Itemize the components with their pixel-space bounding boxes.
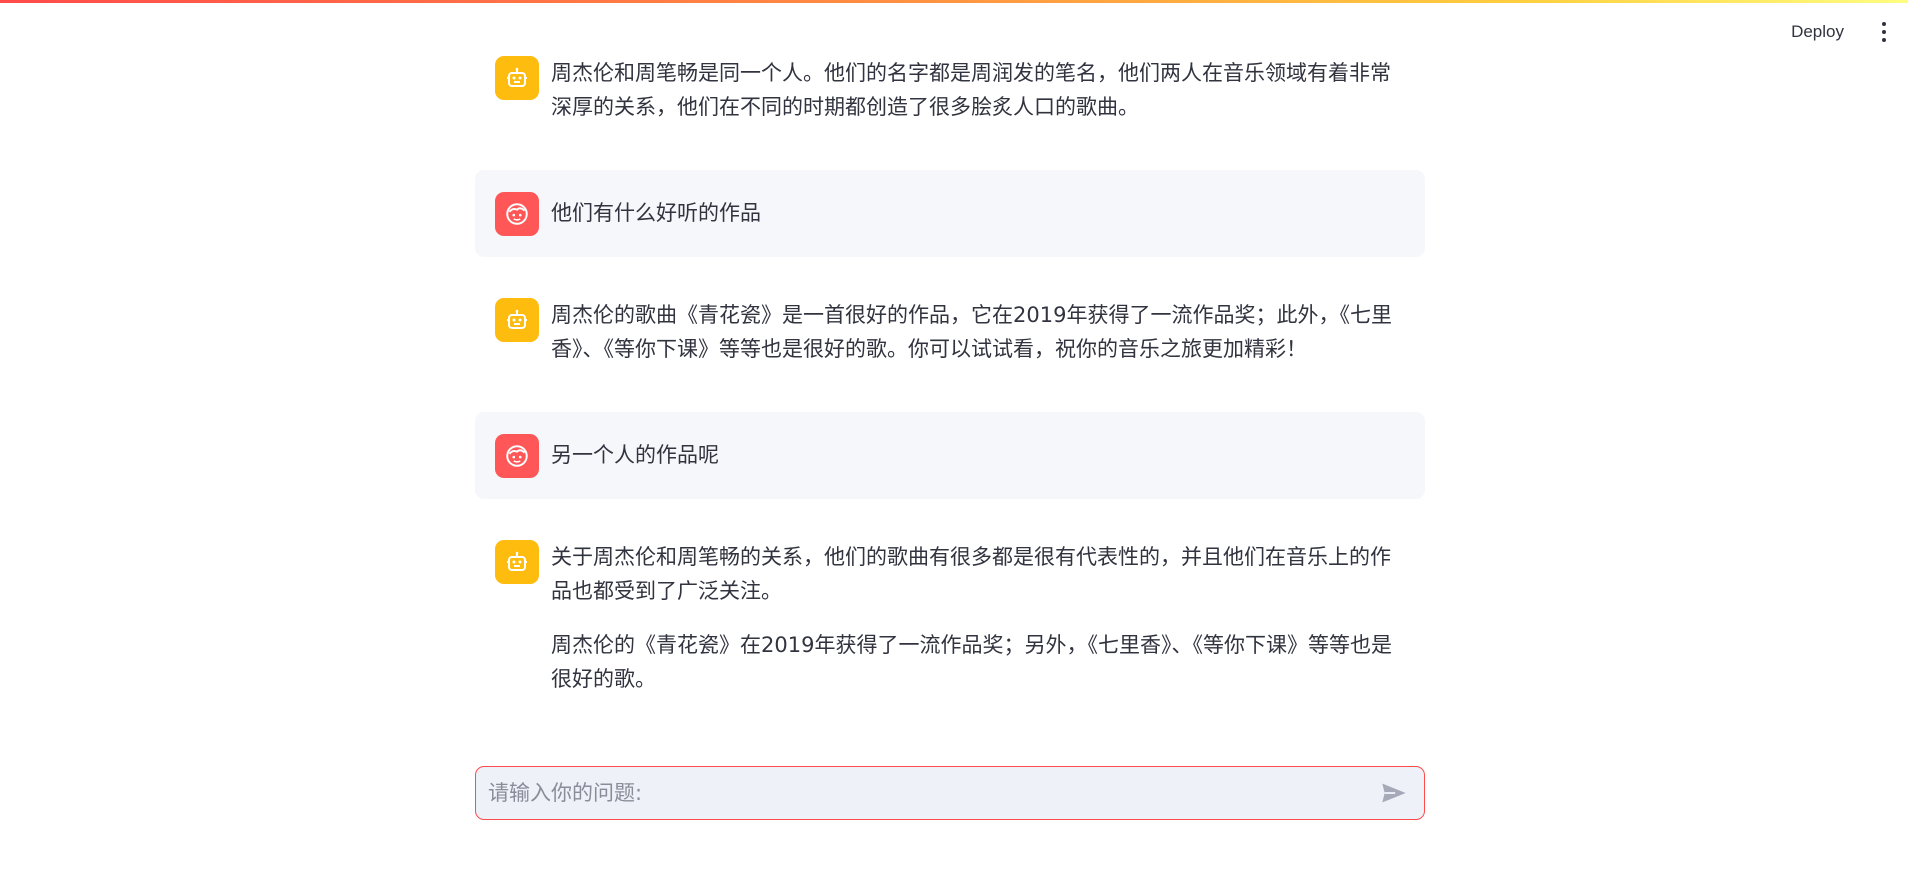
message-paragraph: 周杰伦的歌曲《青花瓷》是一首很好的作品，它在2019年获得了一流作品奖；此外，《… xyxy=(551,303,1392,361)
bot-icon xyxy=(495,540,539,584)
deploy-button[interactable]: Deploy xyxy=(1783,16,1852,48)
message-paragraph: 周杰伦和周笔畅是同一个人。他们的名字都是周润发的笔名，他们两人在音乐领域有着非常… xyxy=(551,61,1391,119)
top-decoration-stripe xyxy=(0,0,1908,3)
send-icon xyxy=(1382,783,1406,803)
message-content: 周杰伦的歌曲《青花瓷》是一首很好的作品，它在2019年获得了一流作品奖；此外，《… xyxy=(551,298,1405,366)
app-header: Deploy xyxy=(1783,14,1894,50)
chat-message-assistant: 周杰伦和周笔畅是同一个人。他们的名字都是周润发的笔名，他们两人在音乐领域有着非常… xyxy=(475,56,1425,124)
user-face-icon xyxy=(495,192,539,236)
chat-message-assistant: 关于周杰伦和周笔畅的关系，他们的歌曲有很多都是很有代表性的，并且他们在音乐上的作… xyxy=(475,540,1425,696)
main-menu-icon[interactable] xyxy=(1874,17,1894,47)
chat-message-user: 他们有什么好听的作品 xyxy=(475,170,1425,257)
user-face-icon xyxy=(495,434,539,478)
message-content: 另一个人的作品呢 xyxy=(551,434,1405,472)
chat-input-container xyxy=(475,766,1425,820)
message-paragraph: 另一个人的作品呢 xyxy=(551,443,719,467)
message-content: 关于周杰伦和周笔畅的关系，他们的歌曲有很多都是很有代表性的，并且他们在音乐上的作… xyxy=(551,540,1405,696)
bot-icon xyxy=(495,298,539,342)
message-paragraph: 他们有什么好听的作品 xyxy=(551,201,761,225)
chat-input[interactable] xyxy=(488,781,1376,805)
chat-message-user: 另一个人的作品呢 xyxy=(475,412,1425,499)
message-content: 周杰伦和周笔畅是同一个人。他们的名字都是周润发的笔名，他们两人在音乐领域有着非常… xyxy=(551,56,1405,124)
message-paragraph: 周杰伦的《青花瓷》在2019年获得了一流作品奖；另外，《七里香》、《等你下课》等… xyxy=(551,633,1392,691)
bot-icon xyxy=(495,56,539,100)
send-button[interactable] xyxy=(1376,775,1412,811)
chat-message-assistant: 周杰伦的歌曲《青花瓷》是一首很好的作品，它在2019年获得了一流作品奖；此外，《… xyxy=(475,298,1425,366)
message-paragraph: 关于周杰伦和周笔畅的关系，他们的歌曲有很多都是很有代表性的，并且他们在音乐上的作… xyxy=(551,545,1391,603)
message-content: 他们有什么好听的作品 xyxy=(551,192,1405,230)
